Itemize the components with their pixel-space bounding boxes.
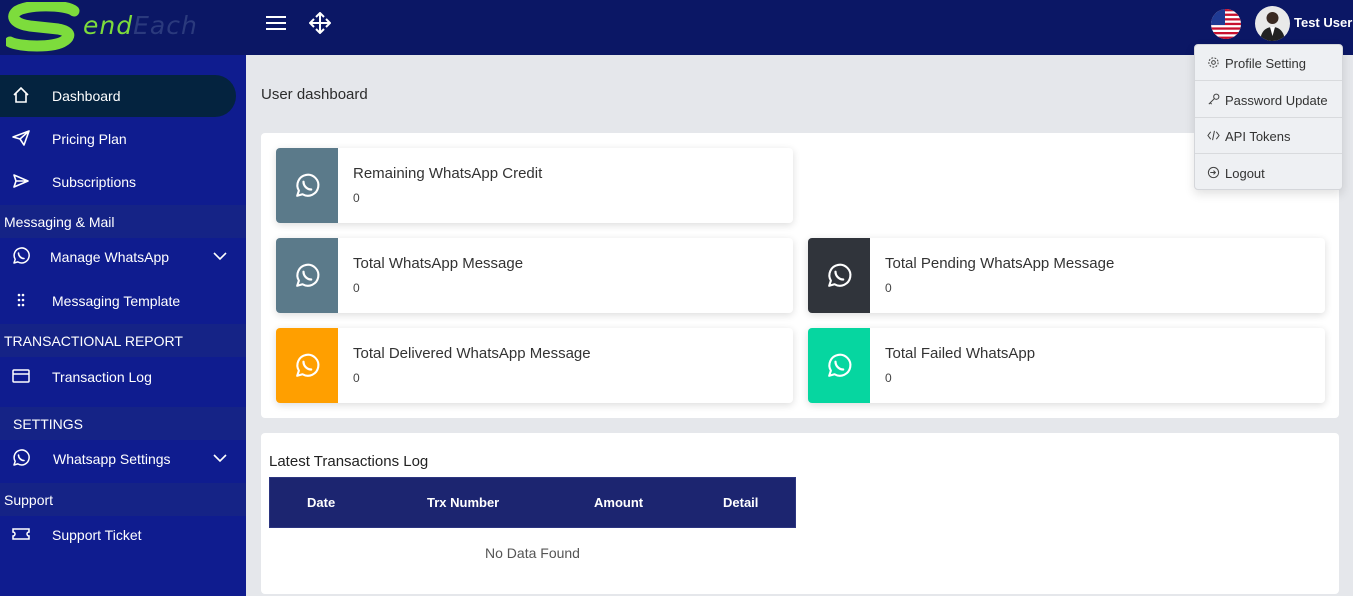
- card-icon-box: [276, 148, 338, 223]
- card-value: 0: [353, 191, 360, 205]
- sidebar-item-pricing-plan[interactable]: Pricing Plan: [0, 118, 246, 160]
- key-icon: [1208, 93, 1220, 105]
- send-icon: [13, 174, 29, 188]
- section-heading-support: Support: [0, 483, 246, 516]
- whatsapp-icon: [13, 247, 30, 264]
- user-dropdown-menu: Profile Setting Password Update API Toke…: [1194, 44, 1343, 190]
- avatar-person-icon: [1260, 12, 1285, 41]
- section-heading-messaging: Messaging & Mail: [0, 205, 246, 238]
- sidebar-item-messaging-template[interactable]: Messaging Template: [0, 280, 246, 322]
- sidebar-item-label: Pricing Plan: [52, 131, 127, 147]
- gear-icon: [1208, 57, 1219, 68]
- chevron-down-icon[interactable]: [213, 453, 227, 463]
- menu-item-api-tokens[interactable]: API Tokens: [1195, 118, 1342, 154]
- section-heading-settings: SETTINGS: [0, 407, 246, 440]
- stat-card-total-message: Total WhatsApp Message 0: [276, 238, 793, 313]
- card-value: 0: [353, 281, 360, 295]
- menu-item-password-update[interactable]: Password Update: [1195, 82, 1342, 118]
- sidebar-item-label: Messaging Template: [52, 293, 181, 309]
- card-title: Total Delivered WhatsApp Message: [353, 345, 591, 362]
- sidebar-item-support-ticket[interactable]: Support Ticket: [0, 514, 246, 556]
- transactions-panel: Latest Transactions Log Date Trx Number …: [261, 433, 1339, 594]
- menu-item-profile-setting[interactable]: Profile Setting: [1195, 45, 1342, 81]
- chevron-down-icon[interactable]: [213, 251, 227, 261]
- menu-item-label: API Tokens: [1225, 129, 1291, 144]
- card-value: 0: [353, 371, 360, 385]
- card-title: Remaining WhatsApp Credit: [353, 165, 543, 182]
- sidebar-item-transaction-log[interactable]: Transaction Log: [0, 356, 246, 398]
- sidebar-item-dashboard[interactable]: Dashboard: [0, 75, 236, 117]
- credit-card-icon: [12, 369, 30, 383]
- whatsapp-icon: [828, 353, 852, 377]
- whatsapp-icon: [296, 173, 320, 197]
- card-title: Total WhatsApp Message: [353, 255, 524, 272]
- home-icon: [13, 86, 29, 103]
- language-flag-icon[interactable]: [1211, 9, 1241, 39]
- stat-card-delivered-message: Total Delivered WhatsApp Message 0: [276, 328, 793, 403]
- card-icon-box: [808, 238, 870, 313]
- card-title: Total Pending WhatsApp Message: [885, 255, 1115, 272]
- empty-state-text: No Data Found: [485, 545, 580, 561]
- sidebar-item-label: Subscriptions: [52, 174, 137, 190]
- paper-plane-icon: [12, 130, 30, 146]
- whatsapp-icon: [13, 449, 30, 466]
- menu-item-logout[interactable]: Logout: [1195, 155, 1342, 191]
- table-header: Date Trx Number Amount Detail: [269, 477, 796, 528]
- page-title: User dashboard: [261, 86, 368, 103]
- sidebar-item-label: Transaction Log: [52, 369, 152, 385]
- stat-card-remaining-credit: Remaining WhatsApp Credit 0: [276, 148, 793, 223]
- sidebar-item-whatsapp-settings[interactable]: Whatsapp Settings: [0, 438, 246, 480]
- brand-logo[interactable]: endEach: [6, 2, 242, 52]
- sidebar-item-subscriptions[interactable]: Subscriptions: [0, 161, 246, 203]
- card-icon-box: [276, 328, 338, 403]
- stats-panel: Remaining WhatsApp Credit 0 Total WhatsA…: [261, 133, 1339, 418]
- sidebar-item-label: Whatsapp Settings: [53, 451, 171, 467]
- card-icon-box: [276, 238, 338, 313]
- sidebar-item-label: Support Ticket: [52, 527, 142, 543]
- sidebar-item-manage-whatsapp[interactable]: Manage WhatsApp: [0, 236, 246, 278]
- transactions-title: Latest Transactions Log: [269, 453, 429, 470]
- user-name[interactable]: Test User: [1294, 15, 1352, 30]
- dots-grid-icon: [17, 293, 25, 307]
- section-heading-transactional-report: TRANSACTIONAL REPORT: [0, 324, 246, 357]
- menu-toggle-icon[interactable]: [266, 14, 286, 32]
- card-value: 0: [885, 371, 892, 385]
- whatsapp-icon: [828, 263, 852, 287]
- column-header-date[interactable]: Date: [307, 495, 335, 510]
- top-header: endEach Test User: [0, 0, 1353, 55]
- logout-icon: [1207, 166, 1220, 179]
- user-avatar[interactable]: [1255, 6, 1290, 41]
- menu-item-label: Logout: [1225, 166, 1265, 181]
- sidebar-item-label: Manage WhatsApp: [50, 249, 170, 265]
- transactions-table: Date Trx Number Amount Detail No Data Fo…: [269, 477, 796, 561]
- code-icon: [1207, 130, 1220, 141]
- menu-item-label: Profile Setting: [1225, 56, 1306, 71]
- sidebar: Dashboard Pricing Plan Subscriptions Mes…: [0, 55, 246, 596]
- logo-mark-icon: [6, 2, 80, 52]
- move-arrows-icon[interactable]: [309, 12, 331, 34]
- ticket-icon: [12, 528, 30, 540]
- card-icon-box: [808, 328, 870, 403]
- sidebar-item-label: Dashboard: [52, 88, 121, 104]
- card-value: 0: [885, 281, 892, 295]
- column-header-trx-number[interactable]: Trx Number: [427, 495, 499, 510]
- column-header-detail[interactable]: Detail: [723, 495, 758, 510]
- whatsapp-icon: [296, 263, 320, 287]
- whatsapp-icon: [296, 353, 320, 377]
- logo-wordmark: endEach: [83, 11, 198, 40]
- card-title: Total Failed WhatsApp: [885, 345, 1036, 362]
- stat-card-pending-message: Total Pending WhatsApp Message 0: [808, 238, 1325, 313]
- stat-card-failed-message: Total Failed WhatsApp 0: [808, 328, 1325, 403]
- column-header-amount[interactable]: Amount: [594, 495, 643, 510]
- menu-item-label: Password Update: [1225, 93, 1328, 108]
